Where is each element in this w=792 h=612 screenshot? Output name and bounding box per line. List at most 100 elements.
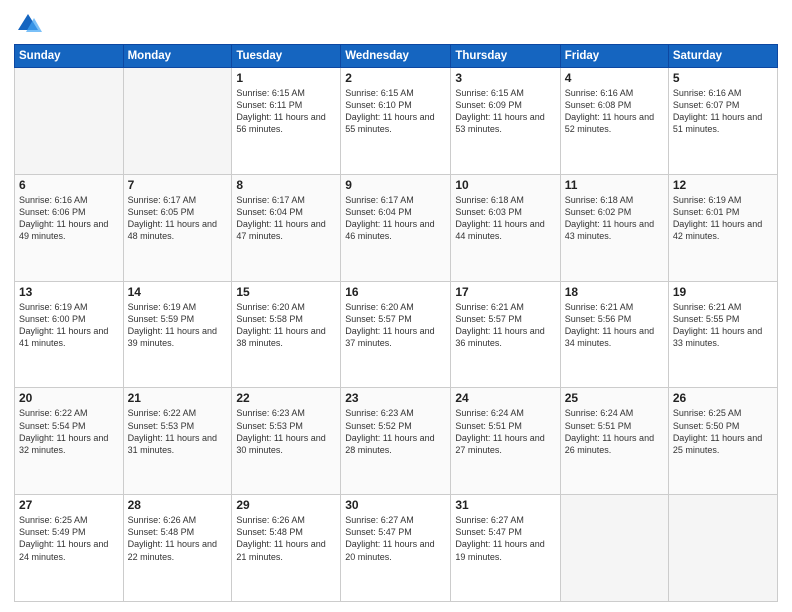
day-info: Sunrise: 6:19 AM Sunset: 5:59 PM Dayligh… bbox=[128, 301, 228, 350]
calendar-cell: 22 Sunrise: 6:23 AM Sunset: 5:53 PM Dayli… bbox=[232, 388, 341, 495]
calendar-cell: 19 Sunrise: 6:21 AM Sunset: 5:55 PM Dayli… bbox=[668, 281, 777, 388]
calendar-cell: 29 Sunrise: 6:26 AM Sunset: 5:48 PM Dayli… bbox=[232, 495, 341, 602]
day-info: Sunrise: 6:20 AM Sunset: 5:57 PM Dayligh… bbox=[345, 301, 446, 350]
calendar-cell: 15 Sunrise: 6:20 AM Sunset: 5:58 PM Dayli… bbox=[232, 281, 341, 388]
week-row-3: 13 Sunrise: 6:19 AM Sunset: 6:00 PM Dayli… bbox=[15, 281, 778, 388]
calendar-cell: 1 Sunrise: 6:15 AM Sunset: 6:11 PM Daylig… bbox=[232, 68, 341, 175]
day-number: 1 bbox=[236, 71, 336, 85]
day-number: 31 bbox=[455, 498, 555, 512]
day-number: 28 bbox=[128, 498, 228, 512]
day-number: 13 bbox=[19, 285, 119, 299]
calendar-cell: 16Sunrise: 6:20 AM Sunset: 5:57 PM Dayli… bbox=[341, 281, 451, 388]
calendar-cell: 12Sunrise: 6:19 AM Sunset: 6:01 PM Dayli… bbox=[668, 174, 777, 281]
calendar-cell: 10 Sunrise: 6:18 AM Sunset: 6:03 PM Dayli… bbox=[451, 174, 560, 281]
day-number: 19 bbox=[673, 285, 773, 299]
calendar-cell: 30 Sunrise: 6:27 AM Sunset: 5:47 PM Dayli… bbox=[341, 495, 451, 602]
day-info: Sunrise: 6:16 AM Sunset: 6:06 PM Dayligh… bbox=[19, 194, 119, 243]
calendar-cell: 27Sunrise: 6:25 AM Sunset: 5:49 PM Dayli… bbox=[15, 495, 124, 602]
day-number: 29 bbox=[236, 498, 336, 512]
day-info: Sunrise: 6:16 AM Sunset: 6:07 PM Dayligh… bbox=[673, 87, 773, 136]
day-info: Sunrise: 6:18 AM Sunset: 6:03 PM Dayligh… bbox=[455, 194, 555, 243]
day-info: Sunrise: 6:26 AM Sunset: 5:48 PM Dayligh… bbox=[128, 514, 228, 563]
calendar-cell: 18 Sunrise: 6:21 AM Sunset: 5:56 PM Dayli… bbox=[560, 281, 668, 388]
day-info: Sunrise: 6:19 AM Sunset: 6:00 PM Dayligh… bbox=[19, 301, 119, 350]
calendar-cell bbox=[668, 495, 777, 602]
calendar-cell: 5 Sunrise: 6:16 AM Sunset: 6:07 PM Daylig… bbox=[668, 68, 777, 175]
day-number: 22 bbox=[236, 391, 336, 405]
day-info: Sunrise: 6:25 AM Sunset: 5:50 PM Dayligh… bbox=[673, 407, 773, 456]
day-info: Sunrise: 6:24 AM Sunset: 5:51 PM Dayligh… bbox=[565, 407, 664, 456]
weekday-header-wednesday: Wednesday bbox=[341, 45, 451, 68]
logo-icon bbox=[14, 10, 42, 38]
day-number: 27 bbox=[19, 498, 119, 512]
day-info: Sunrise: 6:22 AM Sunset: 5:53 PM Dayligh… bbox=[128, 407, 228, 456]
calendar-cell: 21Sunrise: 6:22 AM Sunset: 5:53 PM Dayli… bbox=[123, 388, 232, 495]
calendar-cell: 23Sunrise: 6:23 AM Sunset: 5:52 PM Dayli… bbox=[341, 388, 451, 495]
calendar-cell bbox=[123, 68, 232, 175]
week-row-2: 6 Sunrise: 6:16 AM Sunset: 6:06 PM Daylig… bbox=[15, 174, 778, 281]
day-info: Sunrise: 6:21 AM Sunset: 5:56 PM Dayligh… bbox=[565, 301, 664, 350]
day-info: Sunrise: 6:21 AM Sunset: 5:57 PM Dayligh… bbox=[455, 301, 555, 350]
week-row-1: 1 Sunrise: 6:15 AM Sunset: 6:11 PM Daylig… bbox=[15, 68, 778, 175]
day-info: Sunrise: 6:26 AM Sunset: 5:48 PM Dayligh… bbox=[236, 514, 336, 563]
calendar-table: SundayMondayTuesdayWednesdayThursdayFrid… bbox=[14, 44, 778, 602]
day-number: 30 bbox=[345, 498, 446, 512]
day-number: 23 bbox=[345, 391, 446, 405]
calendar-cell: 24Sunrise: 6:24 AM Sunset: 5:51 PM Dayli… bbox=[451, 388, 560, 495]
day-number: 7 bbox=[128, 178, 228, 192]
day-number: 25 bbox=[565, 391, 664, 405]
day-number: 5 bbox=[673, 71, 773, 85]
day-number: 3 bbox=[455, 71, 555, 85]
day-info: Sunrise: 6:17 AM Sunset: 6:05 PM Dayligh… bbox=[128, 194, 228, 243]
day-number: 10 bbox=[455, 178, 555, 192]
calendar-cell: 31 Sunrise: 6:27 AM Sunset: 5:47 PM Dayli… bbox=[451, 495, 560, 602]
day-info: Sunrise: 6:15 AM Sunset: 6:09 PM Dayligh… bbox=[455, 87, 555, 136]
week-row-4: 20Sunrise: 6:22 AM Sunset: 5:54 PM Dayli… bbox=[15, 388, 778, 495]
calendar-cell: 7 Sunrise: 6:17 AM Sunset: 6:05 PM Daylig… bbox=[123, 174, 232, 281]
calendar-cell bbox=[15, 68, 124, 175]
weekday-header-sunday: Sunday bbox=[15, 45, 124, 68]
calendar-cell: 3 Sunrise: 6:15 AM Sunset: 6:09 PM Daylig… bbox=[451, 68, 560, 175]
weekday-header-thursday: Thursday bbox=[451, 45, 560, 68]
week-row-5: 27Sunrise: 6:25 AM Sunset: 5:49 PM Dayli… bbox=[15, 495, 778, 602]
calendar-cell: 25 Sunrise: 6:24 AM Sunset: 5:51 PM Dayli… bbox=[560, 388, 668, 495]
day-info: Sunrise: 6:15 AM Sunset: 6:10 PM Dayligh… bbox=[345, 87, 446, 136]
day-number: 2 bbox=[345, 71, 446, 85]
day-info: Sunrise: 6:23 AM Sunset: 5:53 PM Dayligh… bbox=[236, 407, 336, 456]
calendar-cell: 6 Sunrise: 6:16 AM Sunset: 6:06 PM Daylig… bbox=[15, 174, 124, 281]
day-number: 15 bbox=[236, 285, 336, 299]
day-info: Sunrise: 6:27 AM Sunset: 5:47 PM Dayligh… bbox=[455, 514, 555, 563]
calendar-cell: 11 Sunrise: 6:18 AM Sunset: 6:02 PM Dayli… bbox=[560, 174, 668, 281]
logo bbox=[14, 10, 46, 38]
day-info: Sunrise: 6:20 AM Sunset: 5:58 PM Dayligh… bbox=[236, 301, 336, 350]
header bbox=[14, 10, 778, 38]
calendar-cell: 14Sunrise: 6:19 AM Sunset: 5:59 PM Dayli… bbox=[123, 281, 232, 388]
day-number: 17 bbox=[455, 285, 555, 299]
day-info: Sunrise: 6:18 AM Sunset: 6:02 PM Dayligh… bbox=[565, 194, 664, 243]
calendar-cell: 4Sunrise: 6:16 AM Sunset: 6:08 PM Daylig… bbox=[560, 68, 668, 175]
calendar-cell: 26 Sunrise: 6:25 AM Sunset: 5:50 PM Dayli… bbox=[668, 388, 777, 495]
weekday-header-row: SundayMondayTuesdayWednesdayThursdayFrid… bbox=[15, 45, 778, 68]
day-info: Sunrise: 6:17 AM Sunset: 6:04 PM Dayligh… bbox=[236, 194, 336, 243]
day-number: 9 bbox=[345, 178, 446, 192]
day-number: 6 bbox=[19, 178, 119, 192]
calendar-cell: 28 Sunrise: 6:26 AM Sunset: 5:48 PM Dayli… bbox=[123, 495, 232, 602]
weekday-header-monday: Monday bbox=[123, 45, 232, 68]
weekday-header-friday: Friday bbox=[560, 45, 668, 68]
calendar-cell: 9Sunrise: 6:17 AM Sunset: 6:04 PM Daylig… bbox=[341, 174, 451, 281]
calendar-cell: 20Sunrise: 6:22 AM Sunset: 5:54 PM Dayli… bbox=[15, 388, 124, 495]
day-number: 20 bbox=[19, 391, 119, 405]
day-number: 11 bbox=[565, 178, 664, 192]
day-number: 4 bbox=[565, 71, 664, 85]
day-number: 18 bbox=[565, 285, 664, 299]
day-info: Sunrise: 6:21 AM Sunset: 5:55 PM Dayligh… bbox=[673, 301, 773, 350]
calendar-cell: 8 Sunrise: 6:17 AM Sunset: 6:04 PM Daylig… bbox=[232, 174, 341, 281]
day-number: 12 bbox=[673, 178, 773, 192]
day-number: 8 bbox=[236, 178, 336, 192]
day-info: Sunrise: 6:27 AM Sunset: 5:47 PM Dayligh… bbox=[345, 514, 446, 563]
day-number: 26 bbox=[673, 391, 773, 405]
weekday-header-tuesday: Tuesday bbox=[232, 45, 341, 68]
day-number: 24 bbox=[455, 391, 555, 405]
weekday-header-saturday: Saturday bbox=[668, 45, 777, 68]
day-info: Sunrise: 6:15 AM Sunset: 6:11 PM Dayligh… bbox=[236, 87, 336, 136]
